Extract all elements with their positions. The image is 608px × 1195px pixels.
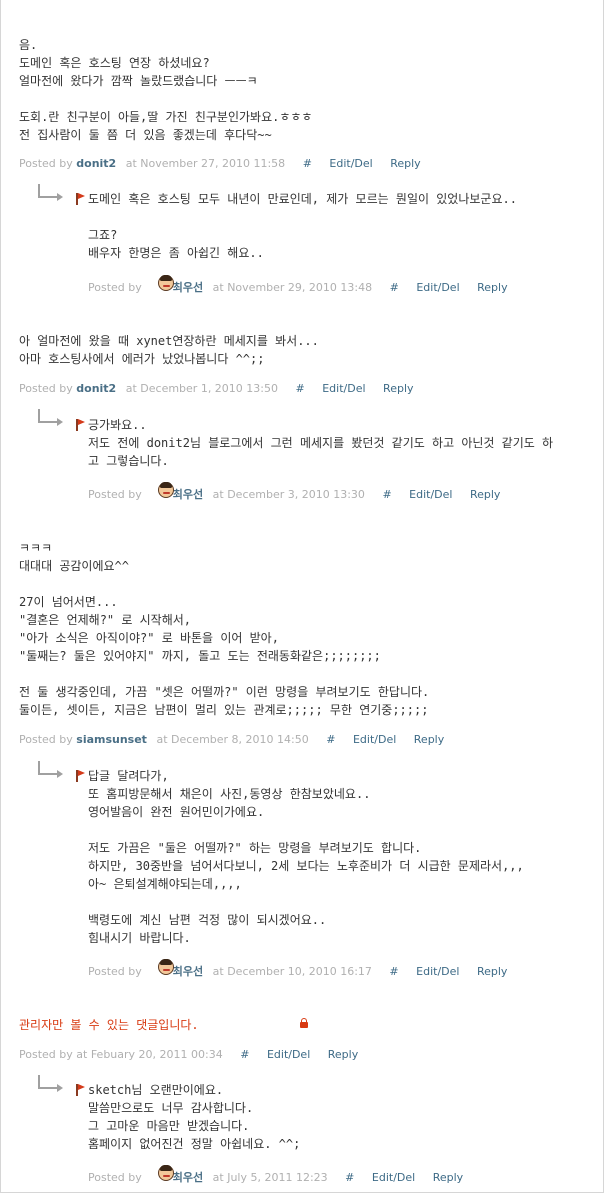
at-label: at bbox=[76, 1048, 88, 1061]
reply-link[interactable]: Reply bbox=[470, 488, 500, 501]
reply-link[interactable]: Reply bbox=[414, 733, 444, 746]
at-label: at bbox=[125, 382, 137, 395]
reply-arrow-icon bbox=[38, 1075, 63, 1092]
edit-del-link[interactable]: Edit/Del bbox=[267, 1048, 310, 1061]
reply-link[interactable]: Reply bbox=[477, 965, 507, 978]
reply-link[interactable]: Reply bbox=[433, 1171, 463, 1184]
avatar-icon bbox=[158, 482, 174, 498]
reply-meta: Posted by 최우선 at November 29, 2010 13:48… bbox=[88, 279, 508, 295]
comment-author[interactable]: siamsunset bbox=[76, 733, 147, 746]
reply-date: December 10, 2010 16:17 bbox=[227, 965, 372, 978]
comment-body: 음. 도메인 혹은 호스팅 연장 하셨네요? 얼마전에 왔다가 깜짝 놀랐드랬습… bbox=[19, 38, 313, 142]
comment-body: ㅋㅋㅋ 대대대 공감이에요^^ 27이 넘어서면... "결혼은 언제해?" 로… bbox=[19, 541, 430, 717]
at-label: at bbox=[212, 1171, 224, 1184]
permalink-hash[interactable]: # bbox=[326, 733, 335, 746]
reply-link[interactable]: Reply bbox=[477, 281, 507, 294]
permalink-hash[interactable]: # bbox=[296, 382, 305, 395]
edit-del-link[interactable]: Edit/Del bbox=[329, 157, 372, 170]
comment-date: December 1, 2010 13:50 bbox=[140, 382, 279, 395]
reply-link[interactable]: Reply bbox=[383, 382, 413, 395]
flag-icon bbox=[76, 770, 86, 782]
comment: ㅋㅋㅋ 대대대 공감이에요^^ 27이 넘어서면... "결혼은 언제해?" 로… bbox=[19, 539, 599, 719]
posted-by-label: Posted by bbox=[88, 488, 142, 501]
posted-by-label: Posted by bbox=[88, 1171, 142, 1184]
reply-author[interactable]: 최우선 bbox=[173, 488, 203, 501]
reply-body: 도메인 혹은 호스팅 모두 내년이 만료인데, 제가 모르는 뭔일이 있었나보군… bbox=[88, 192, 517, 260]
reply-date: July 5, 2011 12:23 bbox=[227, 1171, 328, 1184]
flag-icon bbox=[76, 419, 86, 431]
edit-del-link[interactable]: Edit/Del bbox=[416, 281, 459, 294]
avatar-icon bbox=[158, 275, 174, 291]
flag-icon bbox=[76, 1084, 86, 1096]
flag-icon bbox=[76, 193, 86, 205]
comment-author[interactable]: donit2 bbox=[76, 382, 116, 395]
reply-arrow-icon bbox=[38, 184, 63, 201]
comment-meta: Posted by donit2 at November 27, 2010 11… bbox=[19, 157, 421, 170]
edit-del-link[interactable]: Edit/Del bbox=[416, 965, 459, 978]
permalink-hash[interactable]: # bbox=[382, 488, 391, 501]
at-label: at bbox=[212, 965, 224, 978]
reply-meta: Posted by 최우선 at December 10, 2010 16:17… bbox=[88, 963, 507, 979]
posted-by-label: Posted by bbox=[88, 965, 142, 978]
permalink-hash[interactable]: # bbox=[240, 1048, 249, 1061]
reply-arrow-icon bbox=[38, 761, 63, 778]
comment-meta: Posted by siamsunset at December 8, 2010… bbox=[19, 733, 444, 746]
reply-body: sketch님 오랜만이에요. 말씀만으로도 너무 감사합니다. 그 고마운 마… bbox=[88, 1083, 301, 1151]
reply-body: 긍가봐요.. 저도 전에 donit2님 블로그에서 그런 메세지를 봤던것 같… bbox=[88, 418, 554, 468]
at-label: at bbox=[125, 157, 137, 170]
permalink-hash[interactable]: # bbox=[389, 965, 398, 978]
permalink-hash[interactable]: # bbox=[303, 157, 312, 170]
reply-date: November 29, 2010 13:48 bbox=[227, 281, 373, 294]
edit-del-link[interactable]: Edit/Del bbox=[409, 488, 452, 501]
lock-icon bbox=[300, 1018, 308, 1028]
at-label: at bbox=[212, 488, 224, 501]
reply-author[interactable]: 최우선 bbox=[173, 965, 203, 978]
reply-body: 답글 달려다가, 또 홈피방문해서 채은이 사진,동영상 한참보았네요.. 영어… bbox=[88, 769, 524, 945]
reply-meta: Posted by 최우선 at December 3, 2010 13:30 … bbox=[88, 486, 500, 502]
at-label: at bbox=[212, 281, 224, 294]
avatar-icon bbox=[158, 1165, 174, 1181]
comment-date: November 27, 2010 11:58 bbox=[140, 157, 286, 170]
permalink-hash[interactable]: # bbox=[345, 1171, 354, 1184]
edit-del-link[interactable]: Edit/Del bbox=[372, 1171, 415, 1184]
comment: 관리자만 볼 수 있는 댓글입니다. bbox=[19, 1016, 599, 1034]
comment-author[interactable]: donit2 bbox=[76, 157, 116, 170]
avatar-icon bbox=[158, 959, 174, 975]
comment-body: 아 얼마전에 왔을 때 xynet연장하란 메세지를 봐서... 아마 호스팅사… bbox=[19, 334, 319, 366]
posted-by-label: Posted by bbox=[19, 382, 73, 395]
reply-author[interactable]: 최우선 bbox=[173, 1171, 203, 1184]
comment-date: Febuary 20, 2011 00:34 bbox=[90, 1048, 223, 1061]
posted-by-label: Posted by bbox=[19, 157, 73, 170]
comment-meta: Posted by donit2 at December 1, 2010 13:… bbox=[19, 382, 414, 395]
posted-by-label: Posted by bbox=[19, 1048, 73, 1061]
secret-comment-notice: 관리자만 볼 수 있는 댓글입니다. bbox=[19, 1018, 199, 1032]
reply-date: December 3, 2010 13:30 bbox=[227, 488, 365, 501]
reply-meta: Posted by 최우선 at July 5, 2011 12:23 # Ed… bbox=[88, 1169, 463, 1185]
comment: 아 얼마전에 왔을 때 xynet연장하란 메세지를 봐서... 아마 호스팅사… bbox=[19, 332, 599, 368]
comment-date: December 8, 2010 14:50 bbox=[171, 733, 309, 746]
posted-by-label: Posted by bbox=[88, 281, 142, 294]
reply-arrow-icon bbox=[38, 409, 63, 426]
comment: 음. 도메인 혹은 호스팅 연장 하셨네요? 얼마전에 왔다가 깜짝 놀랐드랬습… bbox=[19, 36, 599, 144]
posted-by-label: Posted by bbox=[19, 733, 73, 746]
at-label: at bbox=[156, 733, 168, 746]
edit-del-link[interactable]: Edit/Del bbox=[353, 733, 396, 746]
reply-link[interactable]: Reply bbox=[328, 1048, 358, 1061]
permalink-hash[interactable]: # bbox=[390, 281, 399, 294]
comment-meta: Posted by at Febuary 20, 2011 00:34 # Ed… bbox=[19, 1048, 358, 1061]
reply-link[interactable]: Reply bbox=[390, 157, 420, 170]
reply-author[interactable]: 최우선 bbox=[173, 281, 203, 294]
edit-del-link[interactable]: Edit/Del bbox=[322, 382, 365, 395]
